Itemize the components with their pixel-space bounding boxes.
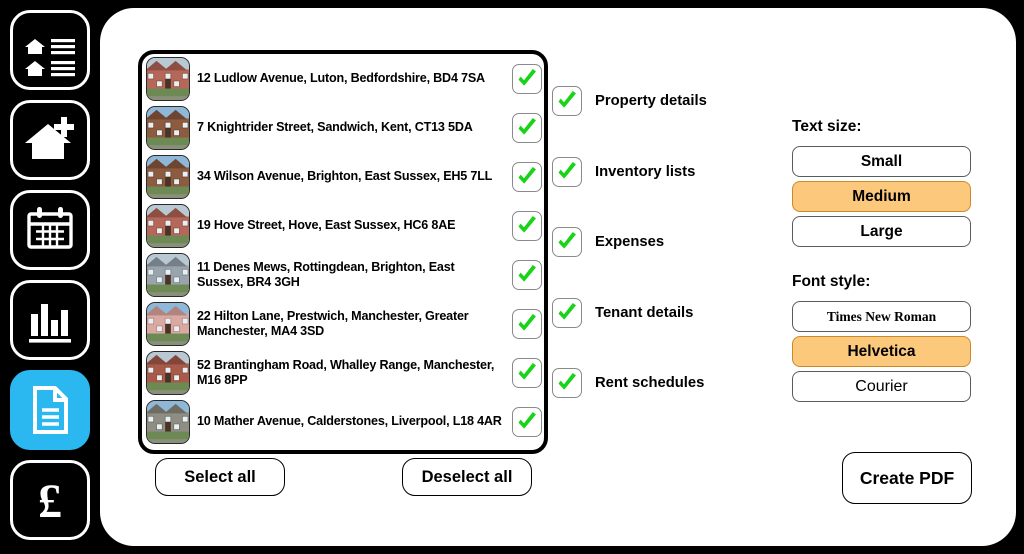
export-options-group: Property details Inventory lists Expenses T… bbox=[552, 86, 772, 439]
property-checkbox[interactable] bbox=[512, 308, 542, 339]
property-address: 22 Hilton Lane, Prestwich, Manchester, G… bbox=[197, 309, 469, 338]
text-size-option-medium[interactable]: Medium bbox=[792, 181, 971, 212]
sidebar-item-documents[interactable] bbox=[10, 370, 90, 450]
option-label: Tenant details bbox=[595, 304, 694, 321]
option-row[interactable]: Inventory lists bbox=[552, 156, 772, 187]
font-style-group[interactable]: Times New Roman Helvetica Courier bbox=[792, 301, 974, 402]
option-label: Property details bbox=[595, 93, 707, 109]
house-plus-icon bbox=[21, 111, 79, 169]
font-style-option-courier[interactable]: Courier bbox=[792, 371, 971, 402]
select-all-button[interactable]: Select all bbox=[155, 458, 285, 496]
option-checkbox[interactable] bbox=[552, 368, 582, 398]
svg-text:£: £ bbox=[38, 475, 62, 528]
property-address: 7 Knightrider Street, Sandwich, Kent, CT… bbox=[197, 120, 473, 135]
table-row[interactable]: 19 Hove Street, Hove, East Sussex, HC6 8… bbox=[142, 201, 544, 250]
font-style-option-helvetica[interactable]: Helvetica bbox=[792, 336, 971, 367]
table-row[interactable]: 11 Denes Mews, Rottingdean, Brighton, Ea… bbox=[142, 250, 544, 299]
table-row[interactable]: 52 Brantingham Road, Whalley Range, Manc… bbox=[142, 348, 544, 397]
create-pdf-button[interactable]: Create PDF bbox=[842, 452, 972, 504]
deselect-all-button[interactable]: Deselect all bbox=[402, 458, 532, 496]
text-size-option-small[interactable]: Small bbox=[792, 146, 971, 177]
houses-list-icon bbox=[21, 21, 79, 79]
table-row[interactable]: 34 Wilson Avenue, Brighton, East Sussex,… bbox=[142, 152, 544, 201]
table-row[interactable]: 22 Hilton Lane, Prestwich, Manchester, G… bbox=[142, 299, 544, 348]
settings-column: Text size: Small Medium Large Font style: … bbox=[792, 118, 974, 406]
table-row[interactable]: 7 Knightrider Street, Sandwich, Kent, CT… bbox=[142, 103, 544, 152]
property-thumbnail bbox=[146, 203, 190, 248]
option-checkbox[interactable] bbox=[552, 156, 582, 187]
property-thumbnail bbox=[146, 154, 190, 199]
property-address: 10 Mather Avenue, Calderstones, Liverpoo… bbox=[197, 414, 502, 429]
text-size-option-large[interactable]: Large bbox=[792, 216, 971, 247]
option-label: Rent schedules bbox=[595, 375, 705, 391]
option-row[interactable]: Expenses bbox=[552, 227, 772, 257]
property-checkbox[interactable] bbox=[512, 112, 542, 143]
property-thumbnail bbox=[146, 105, 190, 150]
sidebar-item-reports[interactable] bbox=[10, 280, 90, 360]
property-checkbox[interactable] bbox=[512, 406, 542, 437]
sidebar-item-finances[interactable]: £ bbox=[10, 460, 90, 540]
property-checkbox[interactable] bbox=[512, 161, 542, 192]
property-thumbnail bbox=[146, 399, 190, 444]
sidebar-item-add-property[interactable] bbox=[10, 100, 90, 180]
property-address: 12 Ludlow Avenue, Luton, Bedfordshire, B… bbox=[197, 71, 485, 86]
sidebar-item-calendar[interactable] bbox=[10, 190, 90, 270]
bar-chart-icon bbox=[22, 292, 78, 348]
sidebar-rail: £ bbox=[0, 0, 100, 554]
option-row[interactable]: Rent schedules bbox=[552, 368, 772, 398]
property-address: 34 Wilson Avenue, Brighton, East Sussex,… bbox=[197, 169, 493, 184]
app-root: £ 12 Ludlow Avenue, Luton, Bedfordshire,… bbox=[0, 0, 1024, 554]
table-row[interactable]: 10 Mather Avenue, Calderstones, Liverpoo… bbox=[142, 397, 544, 446]
property-checkbox[interactable] bbox=[512, 63, 542, 94]
property-thumbnail bbox=[146, 56, 190, 101]
option-checkbox[interactable] bbox=[552, 86, 582, 116]
option-checkbox[interactable] bbox=[552, 227, 582, 257]
property-checkbox[interactable] bbox=[512, 357, 542, 388]
table-row[interactable]: 12 Ludlow Avenue, Luton, Bedfordshire, B… bbox=[142, 54, 544, 103]
pound-sterling-icon: £ bbox=[22, 472, 78, 528]
property-thumbnail bbox=[146, 301, 190, 346]
main-panel: 12 Ludlow Avenue, Luton, Bedfordshire, B… bbox=[100, 8, 1016, 546]
sidebar-item-properties[interactable] bbox=[10, 10, 90, 90]
property-address: 11 Denes Mews, Rottingdean, Brighton, Ea… bbox=[197, 260, 455, 289]
option-label: Expenses bbox=[595, 234, 665, 250]
option-row[interactable]: Property details bbox=[552, 86, 772, 116]
calendar-icon bbox=[22, 202, 78, 258]
text-size-group[interactable]: Small Medium Large bbox=[792, 146, 974, 247]
property-thumbnail bbox=[146, 350, 190, 395]
option-checkbox[interactable] bbox=[552, 297, 582, 328]
option-row[interactable]: Tenant details bbox=[552, 297, 772, 328]
property-thumbnail bbox=[146, 252, 190, 297]
property-checkbox[interactable] bbox=[512, 259, 542, 290]
property-address: 19 Hove Street, Hove, East Sussex, HC6 8… bbox=[197, 218, 456, 233]
property-list[interactable]: 12 Ludlow Avenue, Luton, Bedfordshire, B… bbox=[138, 50, 548, 454]
option-label: Inventory lists bbox=[595, 163, 696, 180]
font-style-option-times-new-roman[interactable]: Times New Roman bbox=[792, 301, 971, 332]
property-address: 52 Brantingham Road, Whalley Range, Manc… bbox=[197, 358, 495, 387]
font-style-title: Font style: bbox=[792, 273, 871, 290]
property-checkbox[interactable] bbox=[512, 210, 542, 241]
text-size-title: Text size: bbox=[792, 118, 862, 135]
document-icon bbox=[22, 382, 78, 438]
